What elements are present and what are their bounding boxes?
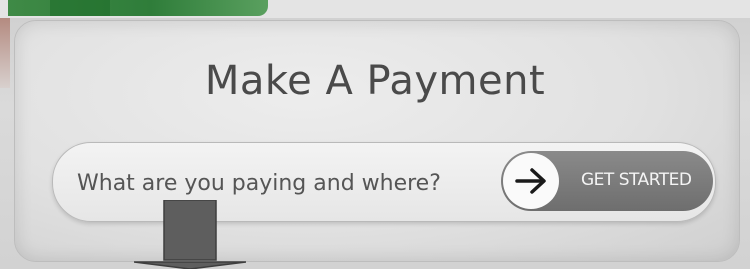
top-nav-tab-accent [50,0,110,16]
page-title: Make A Payment [204,58,546,104]
arrow-right-icon [503,153,559,209]
get-started-button[interactable]: GET STARTED [501,151,713,211]
top-nav-tab[interactable] [8,0,268,16]
payment-search-input[interactable] [75,163,479,203]
page: Make A Payment GET STARTED [0,0,750,269]
payment-card [14,20,740,262]
arrow-down-icon [133,199,247,269]
get-started-label: GET STARTED [581,170,692,190]
